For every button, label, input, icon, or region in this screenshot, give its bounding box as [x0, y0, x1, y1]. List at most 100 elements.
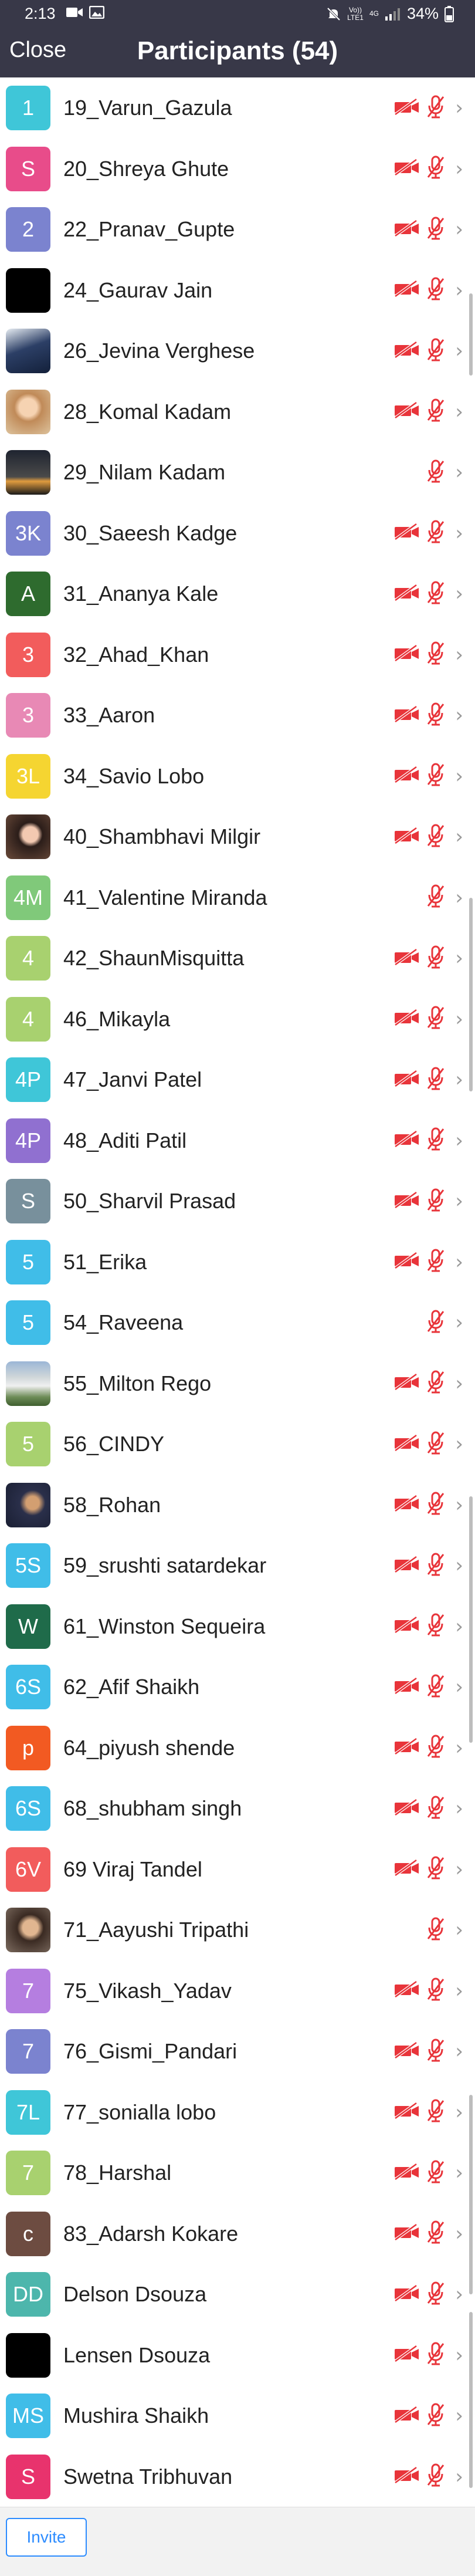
chevron-right-icon[interactable]: › — [455, 461, 463, 484]
participant-row[interactable]: 6S 68_shubham singh › — [0, 1778, 475, 1839]
chevron-right-icon[interactable]: › — [455, 2465, 463, 2489]
participant-row[interactable]: W 61_Winston Sequeira › — [0, 1596, 475, 1657]
participants-list[interactable]: 1 19_Varun_Gazula › S 20_Shreya Ghute › 2 22_Pr… — [0, 77, 475, 2507]
participant-row[interactable]: 71_Aayushi Tripathi › — [0, 1899, 475, 1960]
chevron-right-icon[interactable]: › — [455, 643, 463, 667]
participant-row[interactable]: p 64_piyush shende › — [0, 1718, 475, 1779]
chevron-right-icon[interactable]: › — [455, 2344, 463, 2367]
chevron-right-icon[interactable]: › — [455, 96, 463, 120]
chevron-right-icon[interactable]: › — [455, 1129, 463, 1152]
participant-row[interactable]: 5 54_Raveena › — [0, 1292, 475, 1353]
chevron-right-icon[interactable]: › — [455, 522, 463, 545]
participant-row[interactable]: 4P 47_Janvi Patel › — [0, 1049, 475, 1110]
participant-name: 68_shubham singh — [63, 1796, 242, 1820]
chevron-right-icon[interactable]: › — [455, 1372, 463, 1395]
chevron-right-icon[interactable]: › — [455, 1675, 463, 1699]
participant-name: 78_Harshal — [63, 2161, 172, 2185]
participant-row[interactable]: A 31_Ananya Kale › — [0, 563, 475, 624]
video-off-icon — [393, 279, 420, 300]
participant-row[interactable]: 26_Jevina Verghese › — [0, 320, 475, 381]
avatar — [6, 1908, 50, 1952]
chevron-right-icon[interactable]: › — [455, 1008, 463, 1031]
avatar: 4M — [6, 875, 50, 920]
participant-row[interactable]: 2 22_Pranav_Gupte › — [0, 199, 475, 260]
chevron-right-icon[interactable]: › — [455, 400, 463, 424]
chevron-right-icon[interactable]: › — [455, 2161, 463, 2185]
chevron-right-icon[interactable]: › — [455, 1615, 463, 1638]
chevron-right-icon[interactable]: › — [455, 1068, 463, 1091]
chevron-right-icon[interactable]: › — [455, 2222, 463, 2246]
chevron-right-icon[interactable]: › — [455, 279, 463, 302]
chevron-right-icon[interactable]: › — [455, 886, 463, 910]
participant-row[interactable]: 40_Shambhavi Milgir › — [0, 806, 475, 867]
participant-row[interactable]: 55_Milton Rego › — [0, 1353, 475, 1414]
participant-row[interactable]: 5S 59_srushti satardekar › — [0, 1535, 475, 1596]
chevron-right-icon[interactable]: › — [455, 1554, 463, 1577]
participant-row[interactable]: 3K 30_Saeesh Kadge › — [0, 503, 475, 564]
participant-row[interactable]: 7 75_Vikash_Yadav › — [0, 1960, 475, 2021]
participant-row[interactable]: 3 32_Ahad_Khan › — [0, 624, 475, 685]
participant-row[interactable]: 7L 77_sonialla lobo › — [0, 2082, 475, 2143]
participant-row[interactable]: 29_Nilam Kadam › — [0, 442, 475, 503]
mic-off-icon — [426, 1188, 446, 1215]
chevron-right-icon[interactable]: › — [455, 1432, 463, 1456]
video-off-icon — [393, 1980, 420, 2001]
participant-row[interactable]: 3 33_Aaron › — [0, 685, 475, 746]
mic-off-icon — [426, 519, 446, 547]
participant-row[interactable]: 7 76_Gismi_Pandari › — [0, 2021, 475, 2082]
chevron-right-icon[interactable]: › — [455, 2101, 463, 2124]
participant-row[interactable]: 28_Komal Kadam › — [0, 381, 475, 442]
participant-row[interactable]: c 83_Adarsh Kokare › — [0, 2203, 475, 2264]
participant-row[interactable]: 1 19_Varun_Gazula › — [0, 77, 475, 138]
participant-row[interactable]: DD Delson Dsouza › — [0, 2264, 475, 2325]
scrollbar[interactable] — [469, 293, 473, 376]
participant-row[interactable]: 3L 34_Savio Lobo › — [0, 746, 475, 807]
participant-row[interactable]: 4 46_Mikayla › — [0, 989, 475, 1050]
chevron-right-icon[interactable]: › — [455, 339, 463, 363]
participant-row[interactable]: 5 51_Erika › — [0, 1232, 475, 1293]
chevron-right-icon[interactable]: › — [455, 1250, 463, 1274]
participant-row[interactable]: S Swetna Tribhuvan › — [0, 2446, 475, 2507]
chevron-right-icon[interactable]: › — [455, 218, 463, 241]
participant-row[interactable]: 24_Gaurav Jain › — [0, 260, 475, 321]
chevron-right-icon[interactable]: › — [455, 582, 463, 606]
chevron-right-icon[interactable]: › — [455, 2040, 463, 2063]
chevron-right-icon[interactable]: › — [455, 1979, 463, 2003]
scrollbar-segment[interactable] — [469, 2095, 473, 2294]
participant-row[interactable]: S 50_Sharvil Prasad › — [0, 1171, 475, 1232]
avatar: 3L — [6, 753, 50, 799]
chevron-right-icon[interactable]: › — [455, 765, 463, 788]
participant-row[interactable]: 4 42_ShaunMisquitta › — [0, 928, 475, 989]
participant-row[interactable]: 4P 48_Aditi Patil › — [0, 1110, 475, 1171]
scrollbar-segment[interactable] — [469, 898, 473, 1091]
mic-off-icon — [426, 580, 446, 608]
participant-row[interactable]: MS Mushira Shaikh › — [0, 2385, 475, 2446]
chevron-right-icon[interactable]: › — [455, 1797, 463, 1820]
invite-button[interactable]: Invite — [6, 2518, 87, 2557]
chevron-right-icon[interactable]: › — [455, 157, 463, 181]
participant-row[interactable]: 4M 41_Valentine Miranda › — [0, 867, 475, 928]
chevron-right-icon[interactable]: › — [455, 825, 463, 848]
participant-row[interactable]: 5 56_CINDY › — [0, 1414, 475, 1475]
avatar: DD — [6, 2272, 50, 2317]
chevron-right-icon[interactable]: › — [455, 1858, 463, 1881]
chevron-right-icon[interactable]: › — [455, 1311, 463, 1334]
participant-row[interactable]: 6V 69 Viraj Tandel › — [0, 1839, 475, 1900]
participant-row[interactable]: S 20_Shreya Ghute › — [0, 138, 475, 200]
chevron-right-icon[interactable]: › — [455, 1918, 463, 1942]
chevron-right-icon[interactable]: › — [455, 1493, 463, 1517]
chevron-right-icon[interactable]: › — [455, 1189, 463, 1213]
chevron-right-icon[interactable]: › — [455, 946, 463, 970]
participant-row[interactable]: 58_Rohan › — [0, 1475, 475, 1536]
scrollbar-segment[interactable] — [469, 2312, 473, 2488]
participant-row[interactable]: 7 78_Harshal › — [0, 2142, 475, 2203]
video-off-icon — [393, 1251, 420, 1272]
chevron-right-icon[interactable]: › — [455, 1736, 463, 1760]
chevron-right-icon[interactable]: › — [455, 2283, 463, 2306]
participant-row[interactable]: Lensen Dsouza › — [0, 2325, 475, 2386]
chevron-right-icon[interactable]: › — [455, 2404, 463, 2428]
scrollbar-segment[interactable] — [469, 1496, 473, 1743]
participant-row[interactable]: 6S 62_Afif Shaikh › — [0, 1657, 475, 1718]
chevron-right-icon[interactable]: › — [455, 704, 463, 727]
footer-bar: Invite — [0, 2507, 475, 2576]
